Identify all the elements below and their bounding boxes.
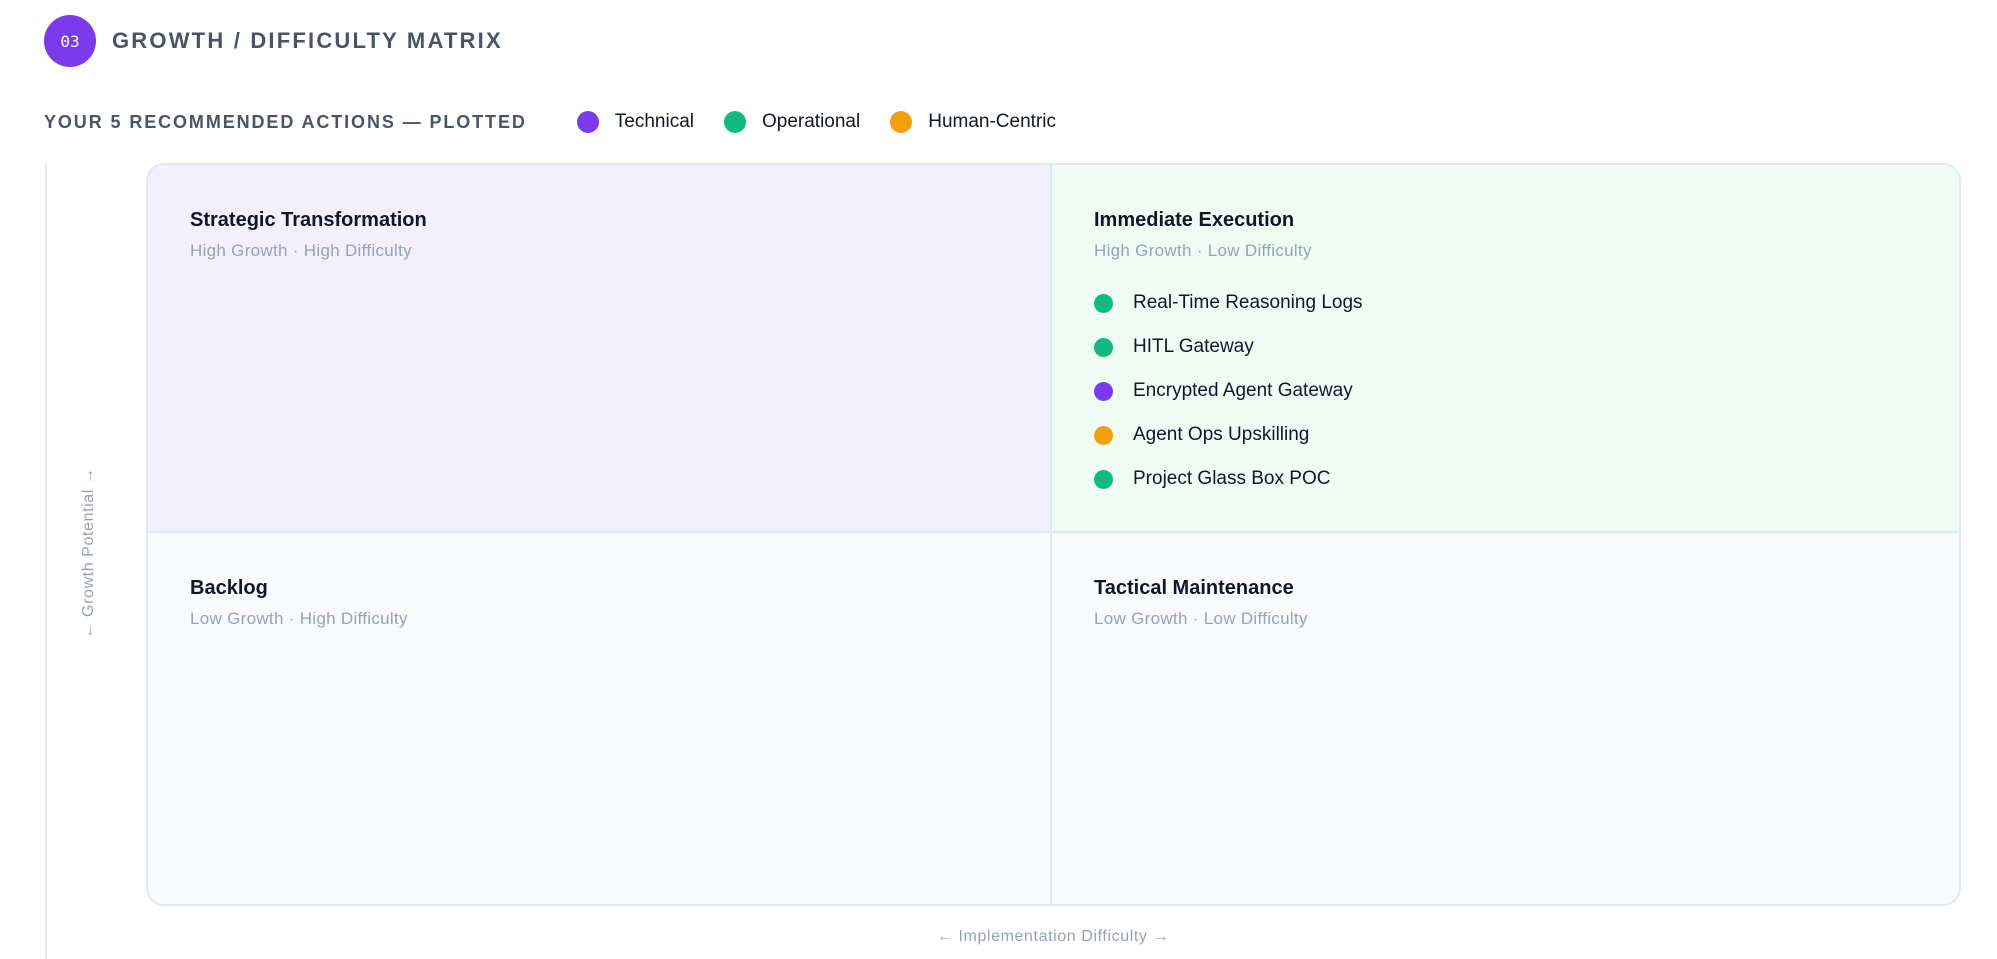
action-item-label: Project Glass Box POC — [1133, 468, 1331, 489]
subheader-row: YOUR 5 RECOMMENDED ACTIONS — PLOTTED Tec… — [44, 108, 1086, 136]
growth-difficulty-matrix: Strategic Transformation High Growth · H… — [146, 163, 1961, 906]
action-item: Encrypted Agent Gateway — [1094, 369, 1917, 413]
quadrant-items: Real-Time Reasoning Logs HITL Gateway Encr… — [1094, 281, 1917, 501]
quadrant-subtitle: Low Growth · High Difficulty — [190, 609, 408, 628]
legend-label: Human-Centric — [928, 111, 1056, 132]
y-axis-label: ← Growth Potential → — [80, 467, 97, 639]
action-item: Project Glass Box POC — [1094, 457, 1917, 501]
legend-label: Technical — [614, 111, 694, 132]
quadrant-title: Tactical Maintenance — [1094, 577, 1294, 599]
legend-dot-icon — [890, 111, 913, 133]
quadrant-immediate-execution: Immediate Execution High Growth · Low Di… — [1052, 165, 1959, 533]
legend-dot-icon — [576, 111, 599, 133]
category-dot-icon — [1094, 381, 1113, 401]
quadrant-backlog: Backlog Low Growth · High Difficulty — [148, 533, 1052, 904]
action-item-label: Agent Ops Upskilling — [1133, 424, 1310, 445]
quadrant-title: Immediate Execution — [1094, 209, 1295, 231]
left-divider — [45, 163, 47, 959]
category-dot-icon — [1094, 469, 1113, 489]
legend-item-human-centric: Human-Centric — [890, 111, 1056, 133]
quadrant-tactical-maintenance: Tactical Maintenance Low Growth · Low Di… — [1052, 533, 1959, 904]
legend-label: Operational — [761, 111, 861, 132]
action-item-label: Real-Time Reasoning Logs — [1133, 292, 1363, 313]
section-title: GROWTH / DIFFICULTY MATRIX — [112, 28, 503, 53]
legend-item-operational: Operational — [723, 111, 861, 133]
category-dot-icon — [1094, 337, 1113, 357]
quadrant-title: Strategic Transformation — [190, 209, 427, 231]
x-axis-label: ← Implementation Difficulty → — [936, 928, 1170, 945]
legend-dot-icon — [723, 111, 746, 133]
category-dot-icon — [1094, 425, 1113, 445]
action-item-label: Encrypted Agent Gateway — [1133, 380, 1353, 401]
quadrant-subtitle: High Growth · High Difficulty — [190, 241, 412, 260]
quadrant-strategic-transformation: Strategic Transformation High Growth · H… — [148, 165, 1052, 533]
quadrant-subtitle: Low Growth · Low Difficulty — [1094, 609, 1308, 628]
quadrant-title: Backlog — [190, 577, 268, 599]
subheader-title: YOUR 5 RECOMMENDED ACTIONS — PLOTTED — [44, 111, 527, 132]
action-item: Agent Ops Upskilling — [1094, 413, 1917, 457]
section-header: 03 GROWTH / DIFFICULTY MATRIX — [44, 15, 503, 67]
category-dot-icon — [1094, 293, 1113, 313]
section-number-badge: 03 — [44, 15, 96, 67]
quadrant-subtitle: High Growth · Low Difficulty — [1094, 241, 1312, 260]
action-item-label: HITL Gateway — [1133, 336, 1254, 357]
action-item: HITL Gateway — [1094, 325, 1917, 369]
action-item: Real-Time Reasoning Logs — [1094, 281, 1917, 325]
legend-item-technical: Technical — [576, 111, 694, 133]
